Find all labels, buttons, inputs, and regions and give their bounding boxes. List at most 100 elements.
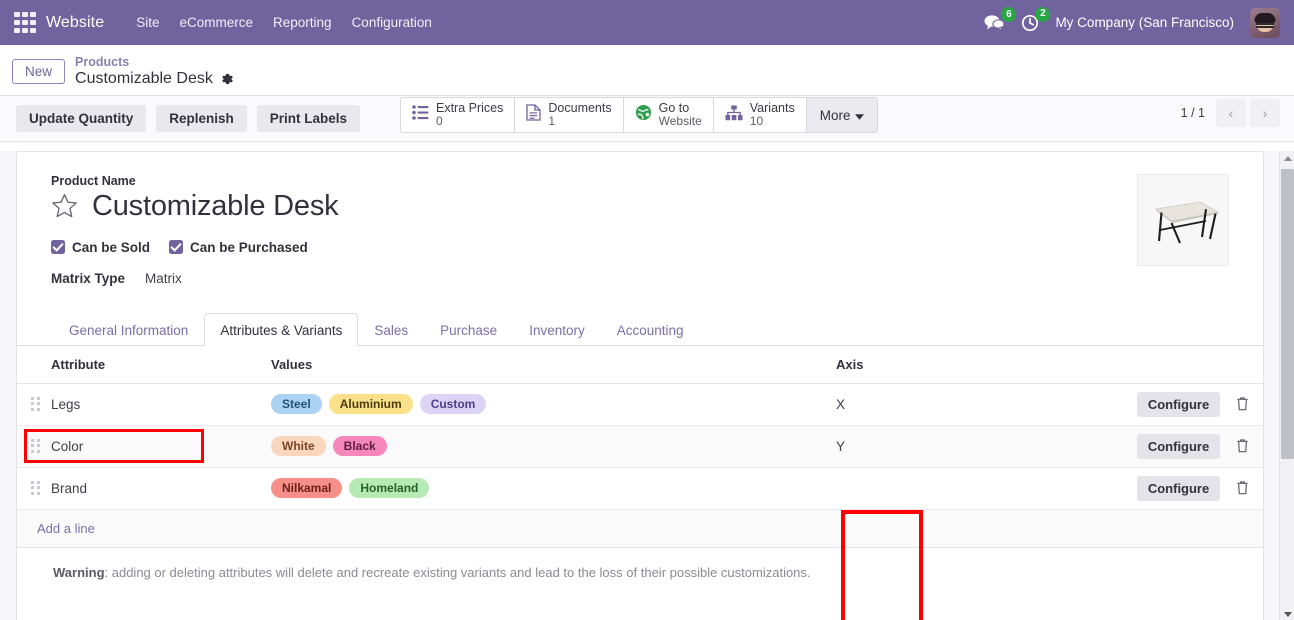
globe-icon	[635, 104, 652, 126]
stat-label: Go to	[658, 101, 690, 116]
page-title[interactable]: Customizable Desk	[92, 190, 339, 223]
nav-item-site[interactable]: Site	[126, 10, 169, 35]
table-row[interactable]: Brand Nilkamal Homeland Configure	[17, 467, 1263, 510]
avatar[interactable]	[1250, 7, 1280, 38]
can-be-purchased-label: Can be Purchased	[190, 239, 308, 255]
attribute-name[interactable]: Legs	[51, 383, 271, 426]
value-tag[interactable]: Homeland	[349, 478, 430, 499]
nav-item-reporting[interactable]: Reporting	[263, 10, 342, 35]
matrix-type-label: Matrix Type	[51, 270, 126, 286]
stat-value: 0	[436, 114, 443, 129]
drag-handle-icon[interactable]	[17, 467, 51, 510]
activities-badge: 2	[1035, 6, 1051, 22]
row-actions: Configure	[941, 425, 1263, 468]
axis-value[interactable]: Y	[836, 425, 941, 468]
row-actions: Configure	[941, 383, 1263, 426]
can-be-purchased-checkbox[interactable]: Can be Purchased	[169, 240, 308, 255]
attribute-values: White Black	[271, 425, 836, 468]
value-tag[interactable]: Nilkamal	[271, 478, 343, 499]
table-row[interactable]: Color White Black Y Configure	[17, 425, 1263, 468]
value-tag[interactable]: Steel	[271, 394, 322, 415]
stat-label: Extra Prices	[436, 101, 504, 116]
trash-icon[interactable]	[1236, 397, 1249, 414]
hierarchy-icon	[725, 105, 743, 126]
header-values: Values	[271, 345, 836, 384]
messages-badge: 6	[1001, 7, 1017, 22]
activities-clock-icon[interactable]: 2	[1021, 6, 1051, 32]
stat-go-to-website[interactable]: Go to Website	[624, 98, 714, 132]
chevron-left-icon[interactable]: ‹	[1216, 99, 1246, 127]
configure-button[interactable]: Configure	[1136, 475, 1221, 501]
header-axis: Axis	[836, 345, 941, 384]
control-panel: New Products Customizable Desk Extra Pri…	[0, 45, 1294, 133]
axis-value[interactable]	[836, 467, 941, 510]
stat-variants[interactable]: Variants 10	[714, 98, 807, 132]
navbar-right: 6 2 My Company (San Francisco)	[984, 6, 1284, 38]
add-line-row[interactable]: Add a line	[17, 509, 1263, 548]
table-row[interactable]: Legs Steel Aluminium Custom X Configure	[17, 383, 1263, 426]
trash-icon[interactable]	[1236, 439, 1249, 456]
form-scroll-area: Product Name Customizable Desk Can be So…	[0, 150, 1294, 620]
can-be-sold-checkbox[interactable]: Can be Sold	[51, 240, 150, 255]
tab-sales[interactable]: Sales	[358, 313, 424, 346]
top-navbar: Website Site eCommerce Reporting Configu…	[0, 0, 1294, 45]
tab-purchase[interactable]: Purchase	[424, 313, 513, 346]
apps-grid-icon[interactable]	[14, 11, 36, 34]
pager-text: 1 / 1	[1180, 106, 1205, 120]
tab-general-information[interactable]: General Information	[53, 313, 204, 346]
replenish-button[interactable]: Replenish	[156, 104, 247, 132]
header-handle	[17, 345, 51, 384]
matrix-type-value[interactable]: Matrix	[145, 271, 182, 286]
tab-inventory[interactable]: Inventory	[513, 313, 601, 346]
update-quantity-button[interactable]: Update Quantity	[16, 104, 147, 132]
stat-value: 1	[548, 114, 556, 129]
attributes-table-body: Legs Steel Aluminium Custom X Configure	[17, 383, 1263, 548]
messages-icon[interactable]: 6	[984, 7, 1017, 31]
attribute-name[interactable]: Color	[51, 425, 271, 468]
stat-extra-prices[interactable]: Extra Prices 0	[401, 98, 516, 132]
nav-item-ecommerce[interactable]: eCommerce	[169, 10, 263, 35]
company-selector[interactable]: My Company (San Francisco)	[1055, 15, 1234, 30]
stat-label: Variants	[749, 101, 795, 116]
stat-value: Website	[658, 114, 702, 129]
more-button[interactable]: More	[806, 98, 878, 132]
configure-button[interactable]: Configure	[1136, 391, 1221, 417]
new-button[interactable]: New	[12, 59, 66, 84]
add-a-line-link[interactable]: Add a line	[17, 521, 95, 536]
attribute-name[interactable]: Brand	[51, 467, 271, 510]
stat-buttons: Extra Prices 0 Documents 1 Go to Website…	[400, 97, 879, 133]
scroll-thumb[interactable]	[1281, 168, 1294, 459]
tab-accounting[interactable]: Accounting	[601, 313, 700, 346]
matrix-type-field: Matrix Type Matrix	[51, 271, 1229, 286]
product-thumbnail-desk[interactable]	[1137, 173, 1229, 266]
breadcrumb: Products Customizable Desk	[75, 53, 234, 89]
nav-item-configuration[interactable]: Configuration	[342, 10, 442, 35]
axis-value[interactable]: X	[836, 383, 941, 426]
vertical-scrollbar[interactable]	[1279, 150, 1294, 620]
chevron-right-icon[interactable]: ›	[1250, 99, 1280, 127]
value-tag[interactable]: Custom	[419, 394, 487, 415]
stat-value: 10	[749, 114, 764, 129]
stat-documents[interactable]: Documents 1	[515, 98, 624, 132]
configure-button[interactable]: Configure	[1136, 433, 1221, 459]
trash-icon[interactable]	[1236, 481, 1249, 498]
value-tag[interactable]: White	[271, 436, 326, 457]
tab-attributes-variants[interactable]: Attributes & Variants	[204, 312, 359, 346]
breadcrumb-products[interactable]: Products	[75, 55, 234, 70]
drag-handle-icon[interactable]	[17, 383, 51, 426]
value-tag[interactable]: Black	[332, 436, 387, 457]
add-line-cell: Add a line	[17, 509, 1263, 548]
product-form-sheet: Product Name Customizable Desk Can be So…	[16, 150, 1264, 620]
scroll-up-arrow[interactable]	[1280, 151, 1294, 167]
value-tag[interactable]: Aluminium	[328, 394, 413, 415]
print-labels-button[interactable]: Print Labels	[256, 104, 361, 132]
scroll-down-arrow[interactable]	[1280, 607, 1294, 620]
chevron-down-icon	[855, 108, 865, 123]
brand-website[interactable]: Website	[46, 14, 104, 32]
star-icon[interactable]	[51, 193, 78, 219]
gear-icon[interactable]	[220, 72, 234, 86]
drag-handle-icon[interactable]	[17, 425, 51, 468]
document-icon	[526, 104, 542, 126]
attributes-table: Attribute Values Axis Legs Steel Alumini…	[17, 345, 1263, 548]
table-header-row: Attribute Values Axis	[17, 345, 1263, 384]
